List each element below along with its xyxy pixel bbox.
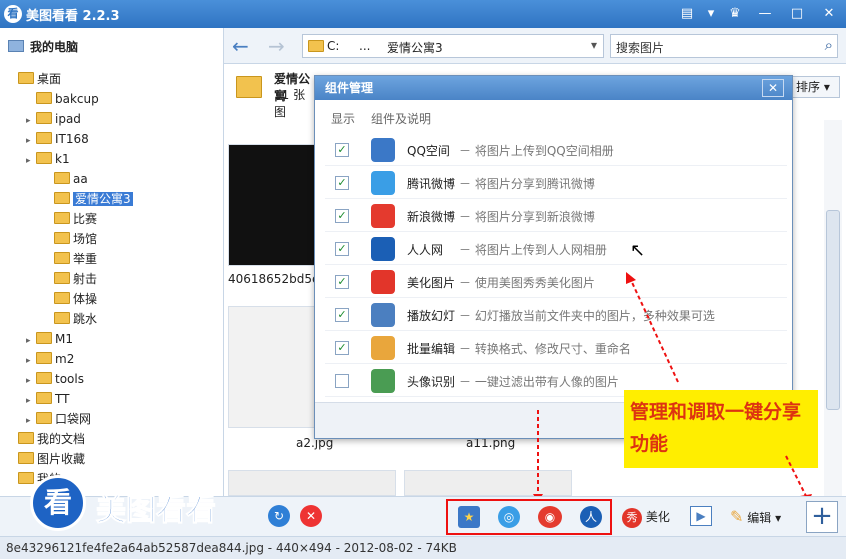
delete-icon[interactable]: ✕	[300, 505, 322, 527]
annotation-arrows	[533, 272, 812, 504]
edit-button[interactable]: ✎ 编辑 ▾	[730, 506, 781, 528]
bottom-toolbar: 看 美图看看 ↻ ✕ ★ ◎ ◉ 人 秀 美化 ▶ ✎ 编辑 ▾ +	[0, 475, 846, 536]
slideshow-icon[interactable]: ▶	[690, 506, 712, 526]
tencent-weibo-icon[interactable]: ◎	[498, 506, 520, 528]
add-plugin-button[interactable]: +	[806, 501, 838, 533]
brand-logo: 看	[30, 475, 86, 531]
sina-weibo-icon[interactable]: ◉	[538, 506, 562, 528]
renren-icon[interactable]: 人	[580, 506, 602, 528]
pencil-icon: ✎	[730, 507, 744, 526]
status-bar: 8e43296121fe4fe2a64ab52587dea844.jpg - 4…	[0, 536, 846, 559]
qzone-icon[interactable]: ★	[458, 506, 480, 528]
rotate-icon[interactable]: ↻	[268, 505, 290, 527]
xiu-icon: 秀	[622, 507, 642, 528]
brand-name: 美图看看	[96, 493, 217, 529]
beautify-button[interactable]: 秀 美化	[622, 506, 670, 528]
